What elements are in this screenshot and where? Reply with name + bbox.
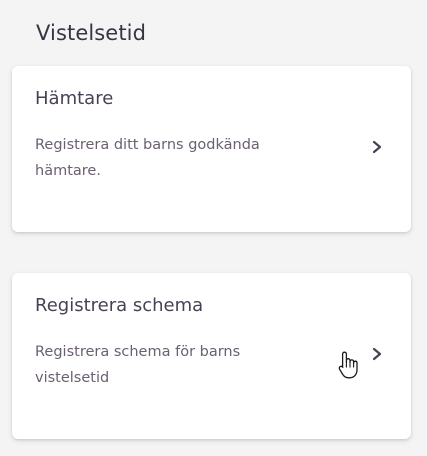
registrera-schema-card-description-line1: Registrera schema för barns <box>35 344 241 360</box>
registrera-schema-card-description-line2: vistelsetid <box>35 370 110 386</box>
chevron-right-icon <box>372 140 382 154</box>
hamtare-card[interactable]: Hämtare Registrera ditt barns godkända h… <box>12 66 411 232</box>
hand-pointer-cursor-icon <box>338 351 358 379</box>
hamtare-card-description: Registrera ditt barns godkända hämtare. <box>35 132 325 184</box>
hamtare-card-description-line2: hämtare. <box>35 163 101 179</box>
vistelsetid-panel: Vistelsetid Hämtare Registrera ditt barn… <box>0 0 427 456</box>
registrera-schema-card-title: Registrera schema <box>35 295 204 316</box>
section-title: Vistelsetid <box>36 21 147 45</box>
hamtare-card-description-line1: Registrera ditt barns godkända <box>35 137 260 153</box>
hamtare-card-title: Hämtare <box>35 88 114 109</box>
chevron-right-icon <box>372 347 382 361</box>
registrera-schema-card-description: Registrera schema för barns vistelsetid <box>35 339 325 391</box>
